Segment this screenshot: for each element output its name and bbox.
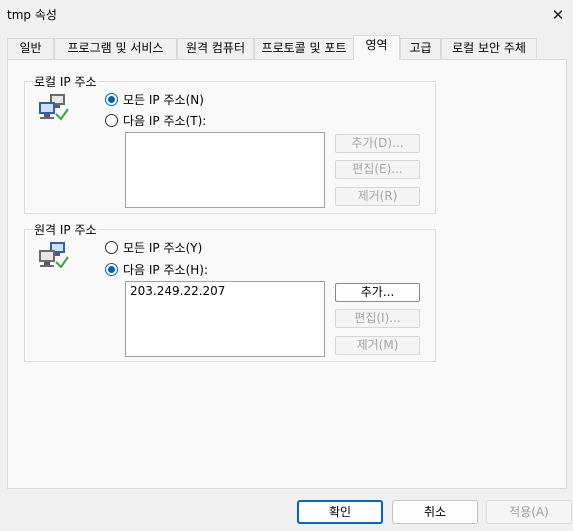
close-button[interactable]: ✕ [543,0,573,30]
network-computers-icon [39,94,69,121]
network-computers-icon [39,242,69,269]
remote-all-ip-radio[interactable]: 모든 IP 주소(Y) [105,239,202,255]
tab-remote-computers[interactable]: 원격 컴퓨터 [177,38,254,59]
radio-button-checked[interactable] [105,262,118,276]
remote-ip-list[interactable]: 203.249.22.207 [125,281,325,357]
remote-add-button[interactable]: 추가... [335,283,420,302]
local-all-ip-label: 모든 IP 주소(N) [123,92,204,107]
close-icon: ✕ [551,6,565,24]
local-ip-group: 로컬 IP 주소 모든 IP 주소(N) 다음 IP 주소(T): 추가(D).… [24,73,436,214]
tab-protocols-ports[interactable]: 프로토콜 및 포트 [254,38,354,59]
radio-button-unchecked[interactable] [105,113,118,127]
tab-strip: 일반 프로그램 및 서비스 원격 컴퓨터 프로토콜 및 포트 영역 고급 로컬 … [7,35,567,60]
local-these-ip-radio[interactable]: 다음 IP 주소(T): [105,112,206,128]
apply-button[interactable]: 적용(A) [486,500,572,524]
local-add-button[interactable]: 추가(D)... [335,134,420,153]
remote-ip-group: 원격 IP 주소 모든 IP 주소(Y) 다음 IP 주소(H): 203.24… [24,221,436,362]
title-bar: tmp 속성 ✕ [0,0,573,30]
tab-advanced[interactable]: 고급 [400,38,441,59]
local-edit-button[interactable]: 편집(E)... [335,160,420,179]
local-ip-group-title: 로컬 IP 주소 [33,73,98,90]
local-remove-button[interactable]: 제거(R) [335,187,420,206]
cancel-button[interactable]: 취소 [392,500,478,524]
window-title: tmp 속성 [7,8,57,22]
tab-local-principals[interactable]: 로컬 보안 주체 [441,38,537,59]
remote-ip-entry[interactable]: 203.249.22.207 [130,284,225,298]
remote-edit-button[interactable]: 편집(I)... [335,309,420,328]
remote-these-ip-radio[interactable]: 다음 IP 주소(H): [105,261,208,277]
tab-scope[interactable]: 영역 [353,35,400,60]
radio-button-unchecked[interactable] [105,240,118,254]
tab-programs-services[interactable]: 프로그램 및 서비스 [54,38,177,59]
remote-ip-group-title: 원격 IP 주소 [33,221,98,238]
tab-general[interactable]: 일반 [7,38,54,59]
remote-these-ip-label: 다음 IP 주소(H): [123,262,208,277]
tab-panel-scope: 로컬 IP 주소 모든 IP 주소(N) 다음 IP 주소(T): 추가(D).… [7,59,567,489]
ok-button[interactable]: 확인 [297,500,383,524]
remote-remove-button[interactable]: 제거(M) [335,336,420,355]
local-these-ip-label: 다음 IP 주소(T): [123,113,207,128]
remote-all-ip-label: 모든 IP 주소(Y) [123,240,203,255]
radio-button-checked[interactable] [105,92,118,106]
local-all-ip-radio[interactable]: 모든 IP 주소(N) [105,91,204,107]
local-ip-list[interactable] [125,132,325,208]
